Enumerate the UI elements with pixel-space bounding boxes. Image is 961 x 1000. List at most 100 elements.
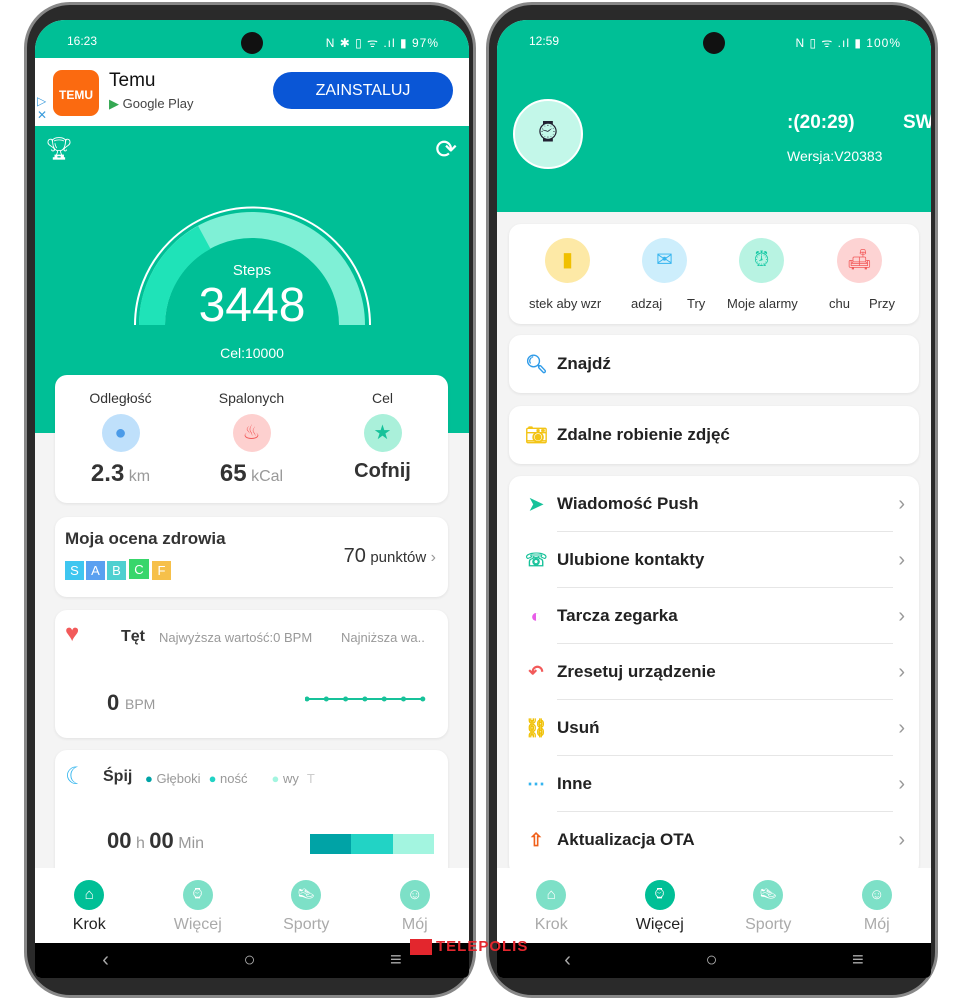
- heart-chart: [305, 696, 426, 702]
- watermark: TELEPOLIS: [410, 938, 528, 956]
- message-icon[interactable]: ✉: [642, 238, 687, 283]
- chevron-right-icon: ›: [898, 604, 905, 627]
- menu-item-label: Aktualizacja OTA: [557, 830, 695, 849]
- tab-sporty[interactable]: 👟︎ Sporty: [714, 868, 823, 943]
- status-icons: N ✱ ▯ ᯤ .ıl ▮: [325, 36, 408, 50]
- sleep-bar: [310, 834, 434, 854]
- stat-label: Odległość: [89, 390, 152, 406]
- quick-actions: ▮ stek aby wzr ✉ adzaj Try ⏰︎ Moje alarmy chu 🛋︎…: [509, 224, 919, 324]
- tab-krok[interactable]: ⌂ Krok: [35, 868, 144, 943]
- quick-action-label[interactable]: adzaj: [631, 296, 662, 311]
- menu-item[interactable]: ↶ Zresetuj urządzenie ›: [509, 644, 919, 700]
- device-time: :(20:29): [787, 112, 855, 133]
- recents-icon[interactable]: ≡: [852, 949, 864, 972]
- status-bar: 12:59 N ▯ ᯤ .ıl ▮ 100%: [497, 20, 931, 58]
- quick-action-label[interactable]: stek aby wzr: [529, 296, 601, 311]
- battery-level: 97%: [411, 36, 439, 50]
- stat-goal[interactable]: Cel ★ Cofnij: [317, 375, 448, 503]
- menu-item[interactable]: ☏ Ulubione kontakty ›: [509, 532, 919, 588]
- install-button[interactable]: ZAINSTALUJ: [273, 72, 453, 109]
- tab-moj[interactable]: ☺ Mój: [823, 868, 932, 943]
- ad-banner[interactable]: ▷ ✕ TEMU Temu ▶ Google Play ZAINSTALUJ: [35, 58, 469, 126]
- heart-icon: ♥: [65, 620, 80, 647]
- menu-item[interactable]: ⇧ Aktualizacja OTA ›: [509, 812, 919, 868]
- chevron-right-icon: ›: [898, 828, 905, 851]
- tab-moj[interactable]: ☺ Mój: [361, 868, 470, 943]
- chevron-right-icon: ›: [898, 492, 905, 515]
- heart-point: [420, 696, 426, 702]
- flame-icon: ♨: [232, 414, 271, 452]
- menu-list: ➤ Wiadomość Push › ☏ Ulubione kontakty › ◐ Tarc…: [509, 476, 919, 876]
- alarm-icon[interactable]: ⏰︎: [739, 238, 784, 283]
- moon-icon: ☾: [65, 763, 87, 790]
- menu-item[interactable]: ◐ Tarcza zegarka ›: [509, 588, 919, 644]
- menu-item-label: Zresetuj urządzenie: [557, 662, 716, 681]
- menu-remote-camera[interactable]: 📷︎ Zdalne robienie zdjęć: [509, 406, 919, 464]
- menu-item-label: Tarcza zegarka: [557, 606, 678, 625]
- screen-right: 12:59 N ▯ ᯤ .ıl ▮ 100% ⌚︎ :(20:29) SW We…: [497, 20, 931, 978]
- shoe-icon: 👟︎: [753, 880, 784, 910]
- steps-value: 3448: [198, 279, 306, 332]
- shoe-icon: 👟︎: [291, 880, 322, 910]
- more-icon: ⋯: [527, 773, 545, 794]
- health-grades: SABCF: [65, 558, 171, 580]
- quick-action-label[interactable]: chu: [829, 296, 850, 311]
- menu-find[interactable]: 🔍︎ Znajdź: [509, 335, 919, 393]
- steps-label: Steps: [232, 262, 272, 279]
- health-score: 70: [343, 545, 366, 567]
- grade-S: S: [65, 561, 84, 580]
- back-icon[interactable]: ‹: [102, 949, 109, 972]
- heart-point: [381, 696, 387, 702]
- recents-icon[interactable]: ≡: [390, 949, 402, 972]
- phone-left: 16:23 N ✱ ▯ ᯤ .ıl ▮ 97% ▷ ✕ TEMU Temu ▶ G…: [24, 2, 476, 998]
- stat-value: 2.3: [90, 460, 125, 487]
- tab-wiecej[interactable]: ⌚︎ Więcej: [144, 868, 253, 943]
- heart-point: [305, 696, 310, 702]
- battery-level: 100%: [866, 36, 901, 50]
- tab-krok[interactable]: ⌂ Krok: [497, 868, 606, 943]
- quick-action-label[interactable]: Przy: [869, 296, 895, 311]
- profile-icon: ☺: [399, 880, 430, 910]
- chevron-right-icon: ›: [430, 549, 436, 566]
- heart-value: 0: [107, 690, 120, 715]
- send-icon: ➤: [528, 493, 544, 514]
- menu-item[interactable]: ⋯ Inne ›: [509, 756, 919, 812]
- home-button-icon[interactable]: ○: [243, 949, 255, 972]
- device-avatar[interactable]: ⌚︎: [513, 99, 583, 169]
- sofa-icon[interactable]: 🛋︎: [837, 238, 882, 283]
- home-button-icon[interactable]: ○: [705, 949, 717, 972]
- ad-store: Google Play: [122, 96, 194, 111]
- sleep-hours: 00: [107, 828, 132, 853]
- sleep-title: Śpij: [103, 768, 133, 785]
- bottom-nav: ⌂ Krok ⌚︎ Więcej 👟︎ Sporty ☺ Mój: [35, 868, 469, 943]
- sleep-card[interactable]: ☾ Śpij ● Głęboki ● ność ● wy T 00 h 00 M…: [55, 750, 448, 880]
- watch-icon[interactable]: ▮: [545, 238, 590, 283]
- sync-icon[interactable]: ⟳: [435, 134, 457, 165]
- tab-sporty[interactable]: 👟︎ Sporty: [252, 868, 361, 943]
- back-icon[interactable]: ‹: [564, 949, 571, 972]
- steps-goal: Cel:10000: [220, 345, 284, 361]
- menu-item-label: Inne: [557, 774, 592, 793]
- stat-label: Spalonych: [218, 390, 285, 406]
- stat-distance: Odległość ● 2.3 km: [55, 375, 186, 503]
- quick-action-label[interactable]: Moje alarmy: [727, 296, 798, 311]
- clock: 12:59: [529, 34, 560, 48]
- stat-value: Cofnij: [354, 460, 411, 482]
- menu-item[interactable]: ➤ Wiadomość Push ›: [509, 476, 919, 532]
- sleep-minutes: 00: [149, 828, 174, 853]
- health-score-card[interactable]: Moja ocena zdrowia SABCF 70 punktów ›: [55, 517, 448, 597]
- heart-point: [343, 696, 349, 702]
- status-icons: N ▯ ᯤ .ıl ▮: [795, 36, 862, 50]
- chevron-right-icon: ›: [898, 772, 905, 795]
- chevron-right-icon: ›: [898, 660, 905, 683]
- trophy-icon[interactable]: 🏆︎: [45, 136, 73, 162]
- status-bar: 16:23 N ✱ ▯ ᯤ .ıl ▮ 97%: [35, 20, 469, 58]
- ad-app-name: Temu: [109, 70, 156, 91]
- menu-item[interactable]: ⛓︎ Usuń ›: [509, 700, 919, 756]
- quick-action-label[interactable]: Try: [687, 296, 705, 311]
- tab-wiecej[interactable]: ⌚︎ Więcej: [606, 868, 715, 943]
- watch-icon: ⌚︎: [644, 880, 675, 910]
- heart-rate-card[interactable]: ♥ Tęt Najwyższa wartość:0 BPM Najniższa …: [55, 610, 448, 738]
- upgrade-icon: ⇧: [528, 829, 544, 850]
- adchoices-icon[interactable]: ▷ ✕: [37, 94, 47, 122]
